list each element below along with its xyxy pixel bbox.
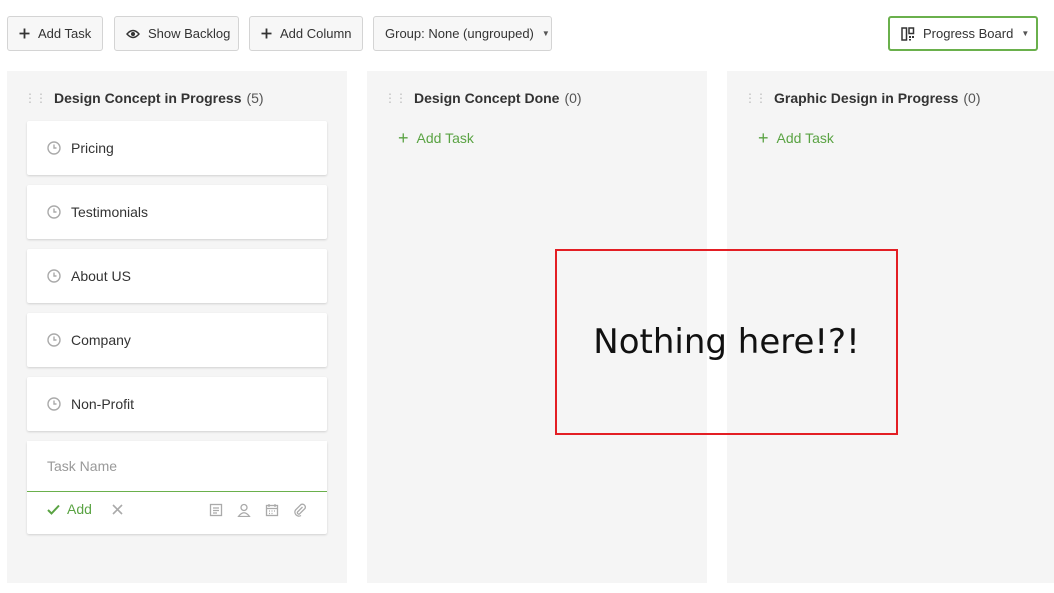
clock-icon	[47, 333, 61, 347]
column-design-concept-in-progress: ⋮⋮ Design Concept in Progress (5) Pricin…	[7, 71, 347, 583]
task-card[interactable]: Testimonials	[27, 185, 327, 239]
task-card-label: Company	[71, 332, 131, 348]
group-label: Group: None (ungrouped)	[385, 26, 534, 41]
toolbar: Add Task Show Backlog Add Column Group: …	[0, 0, 1054, 68]
add-column-label: Add Column	[280, 26, 352, 41]
add-task-label: Add Task	[38, 26, 92, 41]
column-count: (0)	[963, 90, 981, 106]
task-card[interactable]: Pricing	[27, 121, 327, 175]
drag-handle-icon[interactable]: ⋮⋮	[24, 91, 47, 105]
task-card[interactable]: About US	[27, 249, 327, 303]
paperclip-icon[interactable]	[293, 503, 307, 517]
task-card-label: Testimonials	[71, 204, 149, 220]
column-add-task-link[interactable]: + Add Task	[758, 129, 834, 147]
column-title: Graphic Design in Progress	[774, 90, 959, 106]
column-count: (5)	[246, 90, 264, 106]
new-task-tools	[209, 503, 307, 517]
column-add-task-link[interactable]: + Add Task	[398, 129, 474, 147]
add-column-button[interactable]: Add Column	[249, 16, 363, 51]
new-task-form: Add	[27, 441, 327, 534]
clock-icon	[47, 141, 61, 155]
task-name-input[interactable]	[27, 441, 327, 492]
user-icon[interactable]	[237, 503, 251, 517]
task-card-label: About US	[71, 268, 131, 284]
annotation-box: Nothing here!?!	[555, 249, 898, 435]
plus-icon: +	[758, 128, 769, 148]
clock-icon	[47, 205, 61, 219]
show-backlog-label: Show Backlog	[148, 26, 231, 41]
clock-icon	[47, 269, 61, 283]
plus-icon	[261, 28, 272, 39]
caret-down-icon: ▼	[1021, 29, 1030, 38]
task-card[interactable]: Company	[27, 313, 327, 367]
caret-down-icon: ▼	[541, 29, 550, 38]
column-add-task-label: Add Task	[416, 130, 474, 146]
progress-board-dropdown[interactable]: Progress Board ▼	[888, 16, 1038, 51]
add-button-label: Add	[67, 501, 92, 517]
add-task-button[interactable]: Add Task	[7, 16, 103, 51]
annotation-text: Nothing here!?!	[593, 322, 860, 362]
progress-board-label: Progress Board	[923, 26, 1014, 41]
column-header: ⋮⋮ Graphic Design in Progress (0)	[744, 88, 981, 108]
calendar-icon[interactable]	[265, 503, 279, 517]
board-icon	[901, 26, 915, 41]
check-icon	[47, 504, 60, 515]
clock-icon	[47, 397, 61, 411]
plus-icon: +	[398, 128, 409, 148]
column-header: ⋮⋮ Design Concept Done (0)	[384, 88, 582, 108]
task-card-label: Pricing	[71, 140, 114, 156]
show-backlog-button[interactable]: Show Backlog	[114, 16, 239, 51]
drag-handle-icon[interactable]: ⋮⋮	[384, 91, 407, 105]
column-header: ⋮⋮ Design Concept in Progress (5)	[24, 88, 264, 108]
column-add-task-label: Add Task	[776, 130, 834, 146]
group-dropdown[interactable]: Group: None (ungrouped) ▼	[373, 16, 552, 51]
column-title: Design Concept in Progress	[54, 90, 242, 106]
add-button[interactable]: Add	[47, 501, 92, 517]
column-title: Design Concept Done	[414, 90, 560, 106]
drag-handle-icon[interactable]: ⋮⋮	[744, 91, 767, 105]
eye-icon	[126, 29, 140, 39]
column-count: (0)	[564, 90, 582, 106]
new-task-actions: Add	[47, 501, 123, 517]
note-icon[interactable]	[209, 503, 223, 517]
close-icon[interactable]	[112, 503, 123, 515]
task-card-label: Non-Profit	[71, 396, 135, 412]
plus-icon	[19, 28, 30, 39]
task-card[interactable]: Non-Profit	[27, 377, 327, 431]
